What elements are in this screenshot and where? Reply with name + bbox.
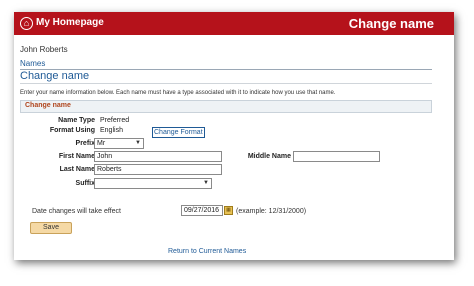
top-banner: ⌂ My Homepage Change name: [14, 12, 454, 35]
instructions-text: Enter your name information below. Each …: [20, 90, 336, 96]
chevron-down-icon: ▼: [203, 180, 209, 186]
breadcrumb-names-link[interactable]: Names: [20, 59, 45, 68]
user-name: John Roberts: [20, 45, 68, 54]
middle-name-label: Middle Name: [247, 153, 291, 160]
first-name-input[interactable]: John: [94, 151, 222, 162]
page-subtitle: Change name: [20, 70, 90, 82]
save-button[interactable]: Save: [30, 222, 72, 234]
home-link[interactable]: My Homepage: [36, 17, 104, 28]
prefix-select-value: Mr: [97, 140, 106, 147]
format-using-value: English: [100, 127, 123, 134]
calendar-icon[interactable]: ▦: [224, 206, 233, 215]
last-name-label: Last Name: [59, 166, 95, 173]
section-title: Change name: [25, 102, 71, 109]
change-format-link[interactable]: Change Format: [152, 127, 205, 138]
format-using-label: Format Using: [49, 127, 95, 134]
effective-date-input[interactable]: 09/27/2016: [181, 205, 223, 216]
home-icon[interactable]: ⌂: [20, 17, 33, 30]
section-header: [20, 100, 432, 113]
page-heading: Change name: [348, 16, 434, 31]
name-type-label: Name Type: [58, 117, 95, 124]
chevron-down-icon: ▼: [135, 140, 141, 146]
date-example-text: (example: 12/31/2000): [236, 208, 307, 215]
prefix-select[interactable]: Mr ▼: [94, 138, 144, 149]
homepage-window: ⌂ My Homepage Change name John Roberts N…: [14, 12, 454, 260]
suffix-select[interactable]: ▼: [94, 178, 212, 189]
middle-name-input[interactable]: [293, 151, 380, 162]
last-name-input[interactable]: Roberts: [94, 164, 222, 175]
first-name-label: First Name: [58, 153, 95, 160]
effective-date-label: Date changes will take effect: [32, 208, 121, 215]
name-type-value: Preferred: [100, 117, 130, 124]
return-to-current-names-link[interactable]: Return to Current Names: [168, 248, 246, 255]
prefix-label: Prefix: [75, 140, 95, 147]
suffix-label: Suffix: [75, 180, 95, 187]
subtitle-divider: [20, 83, 432, 84]
